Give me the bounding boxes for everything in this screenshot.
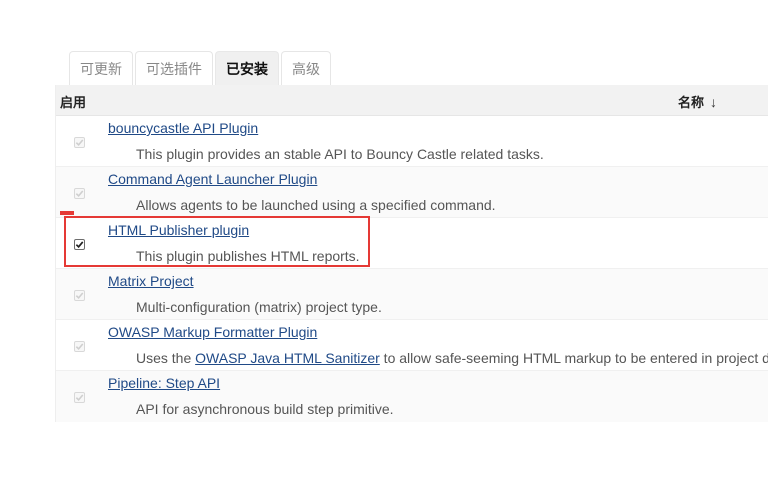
enable-checkbox [74, 341, 85, 352]
plugin-name-link[interactable]: OWASP Markup Formatter Plugin [108, 324, 317, 340]
enable-checkbox[interactable] [74, 239, 85, 250]
plugin-description: This plugin publishes HTML reports. [136, 248, 360, 264]
enable-checkbox [74, 188, 85, 199]
enable-checkbox [74, 392, 85, 403]
plugin-description: Multi-configuration (matrix) project typ… [136, 299, 382, 315]
tab-advanced[interactable]: 高级 [281, 51, 331, 85]
plugin-manager-tabs: 可更新 可选插件 已安装 高级 [69, 51, 331, 85]
column-header-name-label: 名称 [678, 95, 705, 110]
plugin-name-link[interactable]: Matrix Project [108, 273, 194, 289]
tab-installed[interactable]: 已安装 [215, 51, 279, 85]
plugin-description: Uses the OWASP Java HTML Sanitizer to al… [136, 350, 768, 366]
owasp-sanitizer-link[interactable]: OWASP Java HTML Sanitizer [195, 350, 380, 366]
sort-descending-icon: ↓ [710, 94, 718, 110]
plugin-name-link[interactable]: bouncycastle API Plugin [108, 120, 258, 136]
table-row: HTML Publisher plugin This plugin publis… [56, 218, 768, 269]
table-row: Matrix Project Multi-configuration (matr… [56, 269, 768, 320]
installed-plugins-table: 启用 名称 ↓ bouncycastle API Plugin This plug… [55, 85, 768, 422]
enable-checkbox [74, 290, 85, 301]
plugin-description-suffix: to allow safe-seeming HTML markup to be … [379, 350, 768, 366]
column-header-name[interactable]: 名称 ↓ [678, 92, 717, 111]
enable-checkbox [74, 137, 85, 148]
table-row: bouncycastle API Plugin This plugin prov… [56, 116, 768, 167]
plugin-description: API for asynchronous build step primitiv… [136, 401, 394, 417]
plugin-description-prefix: Uses the [136, 350, 196, 366]
table-row: Command Agent Launcher Plugin Allows age… [56, 167, 768, 218]
plugin-description: Allows agents to be launched using a spe… [136, 197, 496, 213]
column-header-enabled: 启用 [60, 95, 87, 110]
table-header: 启用 名称 ↓ [56, 85, 768, 116]
table-row: Pipeline: Step API API for asynchronous … [56, 371, 768, 422]
plugin-name-link[interactable]: Pipeline: Step API [108, 375, 220, 391]
tab-available[interactable]: 可选插件 [135, 51, 213, 85]
plugin-name-link[interactable]: Command Agent Launcher Plugin [108, 171, 317, 187]
plugin-name-link[interactable]: HTML Publisher plugin [108, 222, 249, 238]
table-row: OWASP Markup Formatter Plugin Uses the O… [56, 320, 768, 371]
plugin-description: This plugin provides an stable API to Bo… [136, 146, 544, 162]
tab-updates[interactable]: 可更新 [69, 51, 133, 85]
